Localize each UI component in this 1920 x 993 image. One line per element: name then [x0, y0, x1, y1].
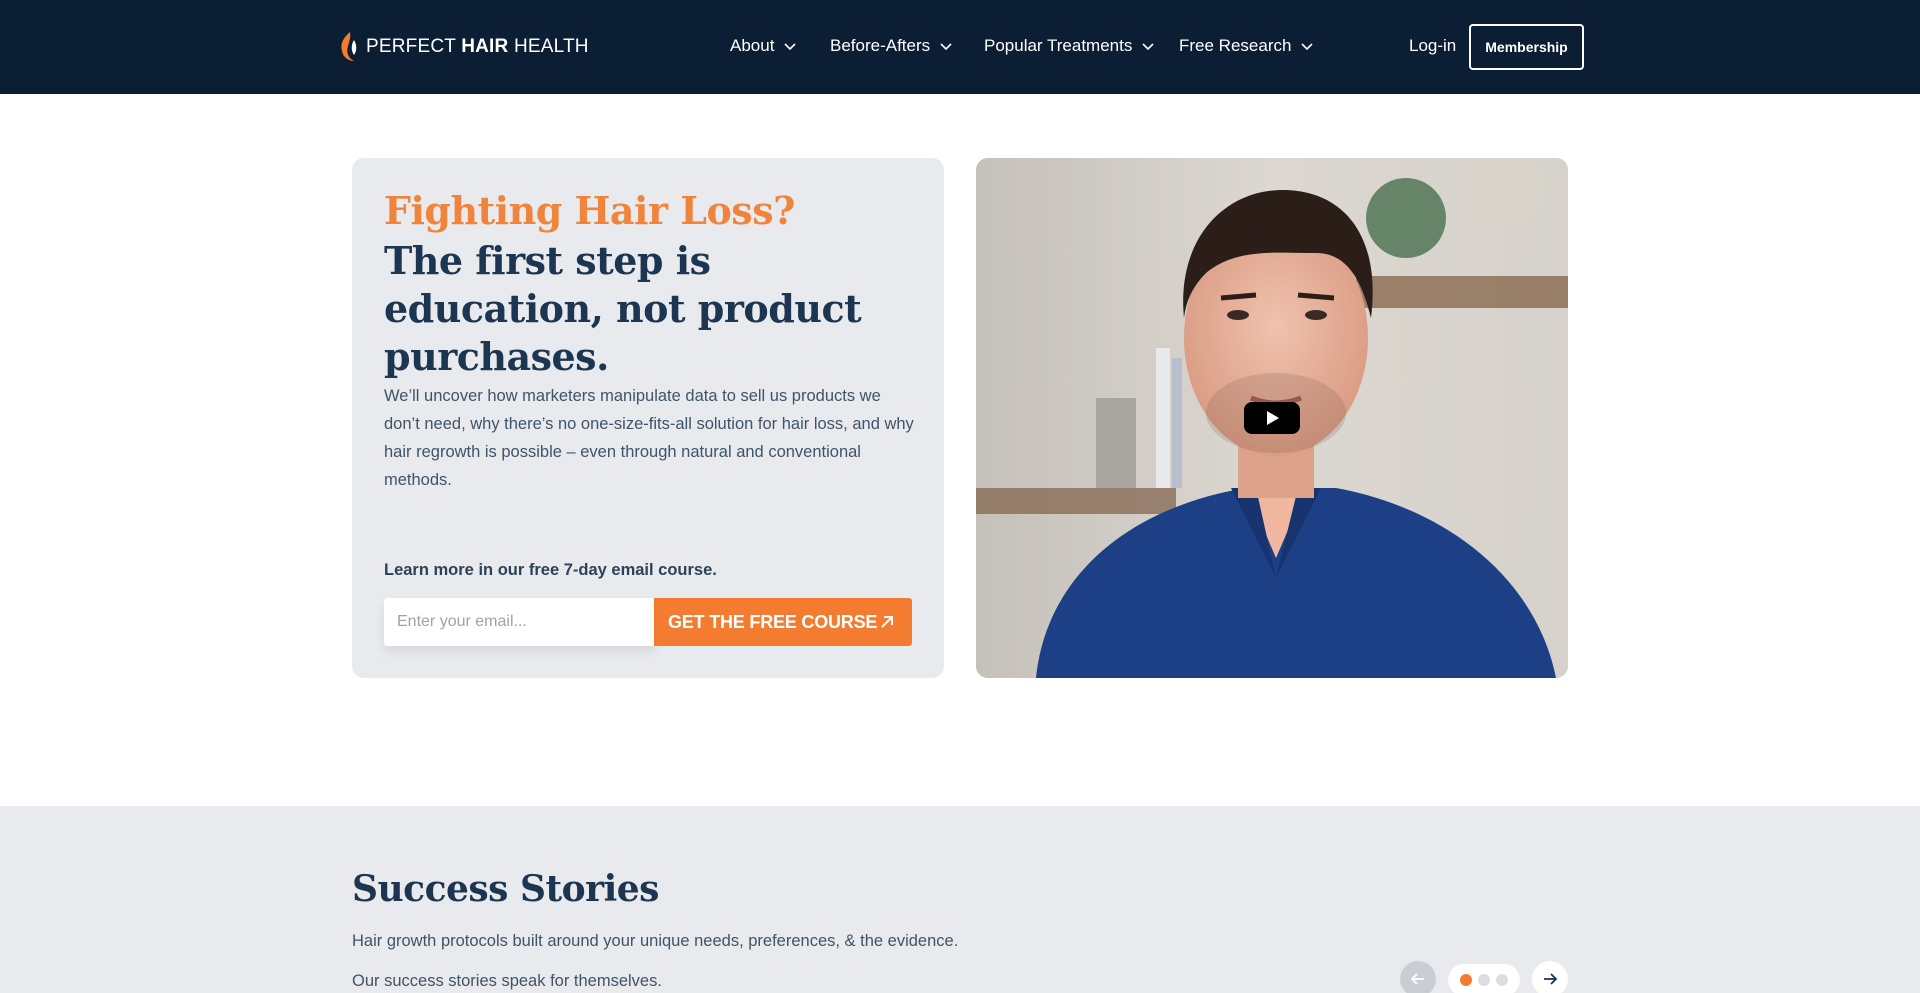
chevron-down-icon [1142, 43, 1154, 51]
top-nav: PERFECT HAIR HEALTH About Before-Afters … [0, 0, 1920, 94]
flame-logo-icon [341, 32, 357, 61]
site-logo[interactable]: PERFECT HAIR HEALTH [334, 30, 589, 64]
carousel-dot[interactable] [1460, 974, 1472, 986]
success-stories-title: Success Stories [352, 868, 659, 910]
cta-label: GET THE FREE COURSE [668, 611, 878, 632]
arrow-left-icon [1410, 973, 1424, 985]
logo-text: PERFECT HAIR HEALTH [366, 36, 589, 58]
chevron-down-icon [940, 43, 952, 51]
success-stories-tagline: Our success stories speak for themselves… [352, 972, 662, 990]
play-button[interactable] [1244, 402, 1300, 434]
nav-about[interactable]: About [730, 34, 797, 58]
email-input[interactable] [384, 598, 655, 646]
hero-body-text: We’ll uncover how marketers manipulate d… [384, 387, 914, 489]
membership-button[interactable]: Membership [1469, 24, 1584, 70]
logo-word-perfect: PERFECT [366, 36, 462, 57]
arrow-up-right-icon [881, 616, 893, 628]
nav-free-research[interactable]: Free Research [1179, 34, 1314, 58]
play-icon [1267, 411, 1279, 425]
nav-popular-treatments-label: Popular Treatments [984, 36, 1133, 55]
login-link[interactable]: Log-in [1409, 34, 1456, 58]
nav-before-afters[interactable]: Before-Afters [830, 34, 953, 58]
hero-headline: The first step is education, not product… [384, 238, 862, 379]
chevron-down-icon [1301, 43, 1314, 51]
course-label: Learn more in our free 7-day email cours… [384, 561, 717, 579]
nav-popular-treatments[interactable]: Popular Treatments [984, 34, 1155, 58]
hero-headline-accent: Fighting Hair Loss? [384, 188, 795, 233]
get-free-course-button[interactable]: GET THE FREE COURSE [654, 598, 912, 646]
carousel-prev-button[interactable] [1400, 961, 1436, 993]
logo-word-health: HEALTH [508, 36, 589, 57]
arrow-right-icon [1544, 973, 1558, 985]
nav-before-afters-label: Before-Afters [830, 36, 931, 55]
success-stories-section [0, 806, 1920, 993]
carousel-pagination [1448, 964, 1520, 993]
nav-about-label: About [730, 36, 775, 55]
success-stories-subtitle: Hair growth protocols built around your … [352, 932, 959, 950]
carousel-dot[interactable] [1478, 974, 1490, 986]
chevron-down-icon [784, 43, 797, 51]
carousel-next-button[interactable] [1532, 961, 1568, 993]
carousel-dot[interactable] [1496, 974, 1508, 986]
nav-free-research-label: Free Research [1179, 36, 1292, 55]
logo-word-hair: HAIR [461, 36, 509, 57]
